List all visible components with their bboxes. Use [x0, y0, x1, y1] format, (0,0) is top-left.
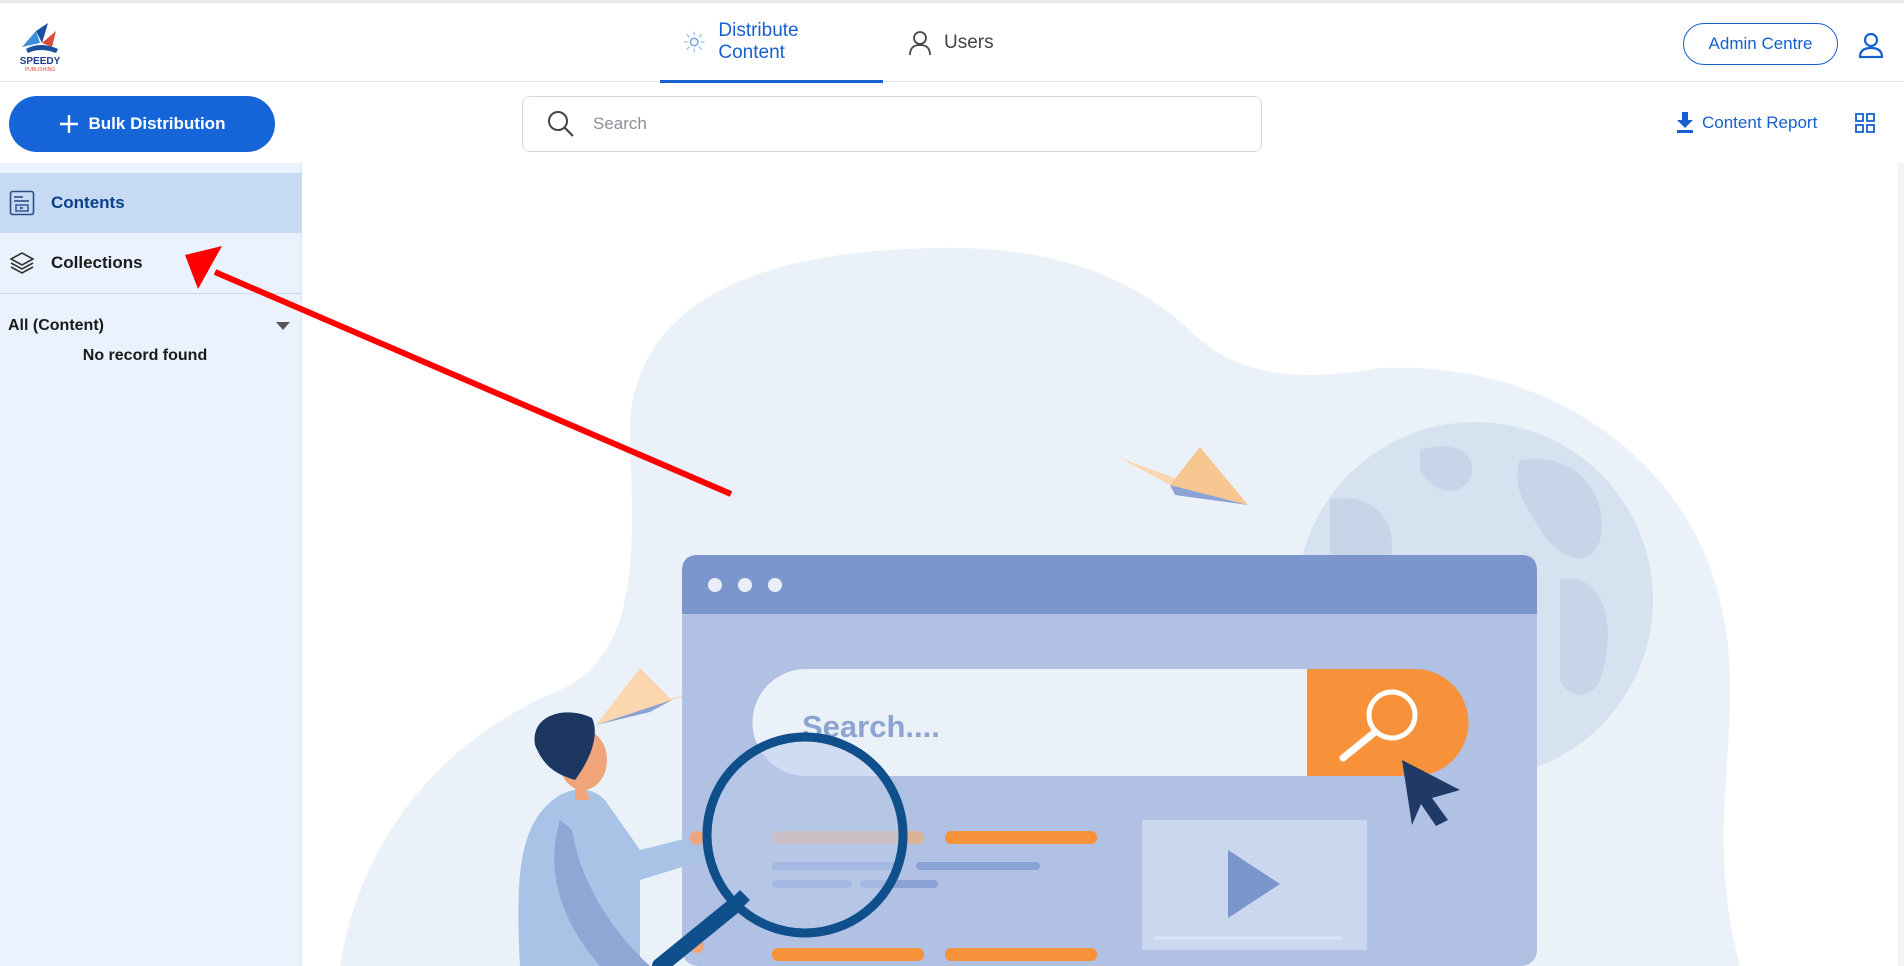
tab-distribute-content[interactable]: Distribute Content — [660, 3, 883, 83]
content-filter-dropdown[interactable]: All (Content) — [8, 311, 290, 341]
admin-centre-button[interactable]: Admin Centre — [1683, 23, 1838, 65]
top-bar: SPEEDY PUBLISHING Distribute Content Use… — [0, 0, 1904, 83]
logo-subtext: PUBLISHING — [25, 67, 55, 73]
search-bar[interactable] — [522, 96, 1262, 152]
profile-icon[interactable] — [1858, 31, 1884, 59]
contents-icon — [9, 190, 35, 216]
distribute-icon — [683, 31, 705, 52]
content-filter-label: All (Content) — [8, 317, 104, 334]
logo-text: SPEEDY — [20, 56, 61, 67]
caret-down-icon — [276, 322, 290, 330]
grid-view-icon[interactable] — [1855, 113, 1875, 133]
search-icon — [548, 111, 574, 137]
sidebar: Contents Collections All (Content) No re… — [0, 163, 302, 966]
empty-search-illustration: Search.... — [340, 247, 1740, 966]
scrollbar[interactable] — [1898, 163, 1904, 966]
content-report-link[interactable]: Content Report — [1676, 112, 1817, 134]
tab-users-label: Users — [944, 32, 994, 53]
speedy-publishing-logo[interactable]: SPEEDY PUBLISHING — [12, 17, 68, 73]
download-icon — [1677, 112, 1693, 133]
sidebar-item-contents[interactable]: Contents — [0, 173, 302, 233]
search-input[interactable] — [591, 113, 1191, 135]
content-report-label: Content Report — [1702, 113, 1818, 132]
tab-users[interactable]: Users — [886, 3, 1016, 83]
sidebar-item-collections[interactable]: Collections — [0, 233, 302, 293]
plus-icon — [59, 115, 78, 133]
empty-state-message: No record found — [82, 347, 208, 364]
sidebar-divider — [0, 293, 302, 294]
sidebar-item-collections-label: Collections — [51, 253, 143, 272]
bulk-distribution-label: Bulk Distribution — [88, 114, 226, 133]
user-icon — [909, 31, 931, 56]
bulk-distribution-button[interactable]: Bulk Distribution — [9, 96, 275, 152]
sidebar-item-contents-label: Contents — [51, 193, 125, 212]
layers-icon — [9, 252, 35, 274]
tab-distribute-content-label: Distribute Content — [718, 19, 799, 63]
